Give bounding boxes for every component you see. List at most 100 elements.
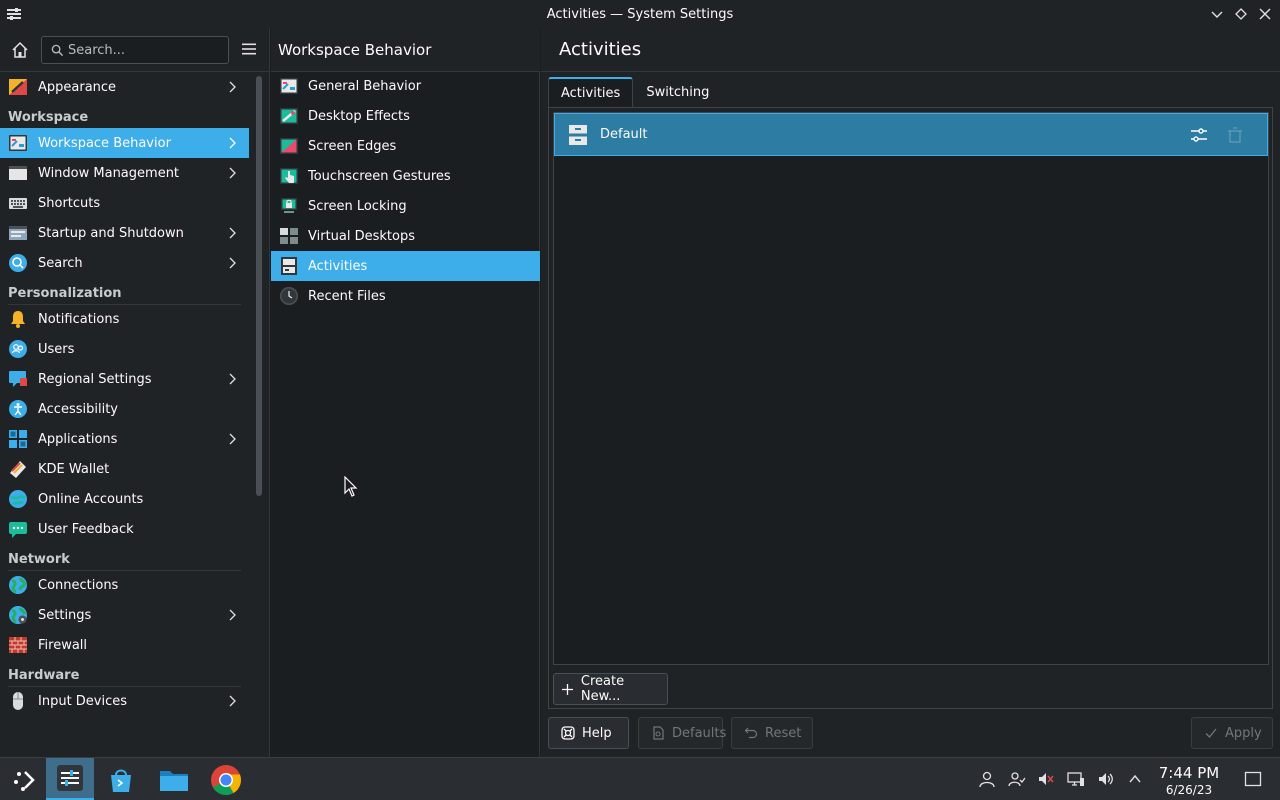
plus-icon — [561, 682, 575, 696]
sidebar-item-workspace-behavior[interactable]: Workspace Behavior — [0, 128, 249, 158]
online-accounts-icon — [8, 489, 28, 509]
show-desktop-button[interactable] — [1243, 769, 1263, 789]
accounts-tray-icon[interactable] — [1007, 769, 1027, 789]
home-button[interactable] — [8, 38, 32, 62]
sidebar-item-startup-shutdown[interactable]: Startup and Shutdown — [0, 218, 249, 248]
globe-icon — [8, 575, 28, 595]
launcher-icon — [11, 767, 37, 793]
sidebar-item-label: Workspace Behavior — [38, 135, 171, 151]
maximize-button[interactable] — [1233, 6, 1249, 22]
clock[interactable]: 7:44 PM 6/26/23 — [1155, 764, 1223, 797]
subcategory-title: Workspace Behavior — [278, 41, 432, 59]
subcategory-pane: Workspace Behavior General Behavior Desk… — [271, 28, 540, 757]
search-icon — [8, 253, 28, 273]
chevron-right-icon — [227, 609, 239, 621]
chevron-right-icon — [227, 433, 239, 445]
sidebar-item-regional-settings[interactable]: Regional Settings — [0, 364, 249, 394]
sidebar-item-users[interactable]: Users — [0, 334, 249, 364]
undo-icon — [744, 726, 758, 740]
sidebar-item-kde-wallet[interactable]: KDE Wallet — [0, 454, 249, 484]
tab-switching[interactable]: Switching — [633, 77, 722, 107]
sidebar-item-shortcuts[interactable]: Shortcuts — [0, 188, 249, 218]
apply-button[interactable]: Apply — [1191, 717, 1273, 749]
activities-icon — [279, 256, 299, 276]
chrome-icon — [210, 764, 242, 796]
apply-label: Apply — [1225, 725, 1262, 741]
subcategory-item-general-behavior[interactable]: General Behavior — [271, 71, 540, 101]
defaults-label: Defaults — [672, 725, 727, 741]
search-field[interactable] — [41, 36, 229, 64]
sidebar-item-label: Connections — [38, 577, 119, 593]
configure-activity-button[interactable] — [1189, 125, 1209, 145]
chevron-right-icon — [227, 373, 239, 385]
application-launcher-button[interactable] — [0, 758, 48, 800]
screen-edges-icon — [279, 136, 299, 156]
sidebar-item-user-feedback[interactable]: User Feedback — [0, 514, 249, 544]
sidebar-list: Appearance Workspace Workspace Behavior … — [0, 72, 249, 716]
sidebar-item-input-devices[interactable]: Input Devices — [0, 686, 249, 716]
subcategory-item-recent-files[interactable]: Recent Files — [271, 281, 540, 311]
applications-icon — [8, 429, 28, 449]
sidebar-item-label: Online Accounts — [38, 491, 144, 507]
sidebar-item-connections[interactable]: Connections — [0, 570, 249, 600]
search-icon — [50, 43, 64, 57]
minimize-button[interactable] — [1209, 6, 1225, 22]
sidebar-scrollbar[interactable] — [256, 76, 262, 496]
network-tray-icon[interactable] — [1066, 769, 1086, 789]
mouse-icon — [8, 691, 28, 711]
chevron-right-icon — [227, 167, 239, 179]
screen-lock-icon — [279, 196, 299, 216]
taskbar-file-manager[interactable] — [150, 758, 198, 800]
subcategory-item-touchscreen-gestures[interactable]: Touchscreen Gestures — [271, 161, 540, 191]
close-button[interactable] — [1257, 6, 1273, 22]
general-behavior-icon — [279, 76, 299, 96]
sidebar-item-network-settings[interactable]: Settings — [0, 600, 249, 630]
taskbar-discover[interactable] — [97, 758, 145, 800]
hamburger-menu-button[interactable] — [238, 38, 260, 60]
activity-row-default[interactable]: Default — [554, 113, 1268, 156]
create-new-button[interactable]: Create New... — [553, 673, 668, 705]
sidebar-item-search[interactable]: Search — [0, 248, 249, 278]
tab-activities[interactable]: Activities — [548, 77, 634, 107]
subcategory-item-activities[interactable]: Activities — [271, 251, 540, 281]
section-header-workspace: Workspace — [0, 102, 249, 129]
subcategory-item-desktop-effects[interactable]: Desktop Effects — [271, 101, 540, 131]
sidebar-item-online-accounts[interactable]: Online Accounts — [0, 484, 249, 514]
sidebar-item-accessibility[interactable]: Accessibility — [0, 394, 249, 424]
sidebar-item-label: Users — [38, 341, 75, 357]
configure-icon — [1191, 128, 1207, 142]
chevron-right-icon — [227, 227, 239, 239]
taskbar-chrome[interactable] — [202, 758, 250, 800]
delete-activity-button[interactable] — [1225, 125, 1245, 145]
subcategory-label: Touchscreen Gestures — [308, 168, 451, 184]
activities-tab-panel: Default Create New... — [548, 107, 1273, 709]
sidebar-item-label: Startup and Shutdown — [38, 225, 184, 241]
sidebar-item-applications[interactable]: Applications — [0, 424, 249, 454]
show-desktop-icon — [1244, 771, 1262, 787]
volume-icon[interactable] — [1096, 769, 1116, 789]
subcategory-label: Activities — [308, 258, 368, 274]
sidebar-item-notifications[interactable]: Notifications — [0, 304, 249, 334]
user-tray-icon[interactable] — [977, 769, 997, 789]
reset-button[interactable]: Reset — [731, 717, 813, 749]
subcategory-item-screen-locking[interactable]: Screen Locking — [271, 191, 540, 221]
help-button[interactable]: Help — [548, 717, 629, 749]
mic-muted-icon[interactable] — [1036, 769, 1056, 789]
subcategory-label: Screen Locking — [308, 198, 407, 214]
taskbar-system-settings[interactable] — [46, 758, 94, 800]
defaults-button[interactable]: Defaults — [638, 717, 727, 749]
startup-icon — [8, 223, 28, 243]
subcategory-list: General Behavior Desktop Effects Screen … — [271, 71, 540, 311]
subcategory-item-screen-edges[interactable]: Screen Edges — [271, 131, 540, 161]
sidebar-item-appearance[interactable]: Appearance — [0, 72, 249, 102]
sidebar-item-label: Regional Settings — [38, 371, 152, 387]
search-input[interactable] — [68, 40, 218, 60]
sidebar-item-label: User Feedback — [38, 521, 134, 537]
sidebar-item-window-management[interactable]: Window Management — [0, 158, 249, 188]
document-icon — [651, 726, 665, 740]
users-icon — [8, 339, 28, 359]
page-title: Activities — [559, 39, 642, 60]
sidebar-item-firewall[interactable]: Firewall — [0, 630, 249, 660]
chevron-up-icon[interactable] — [1125, 769, 1145, 789]
subcategory-item-virtual-desktops[interactable]: Virtual Desktops — [271, 221, 540, 251]
